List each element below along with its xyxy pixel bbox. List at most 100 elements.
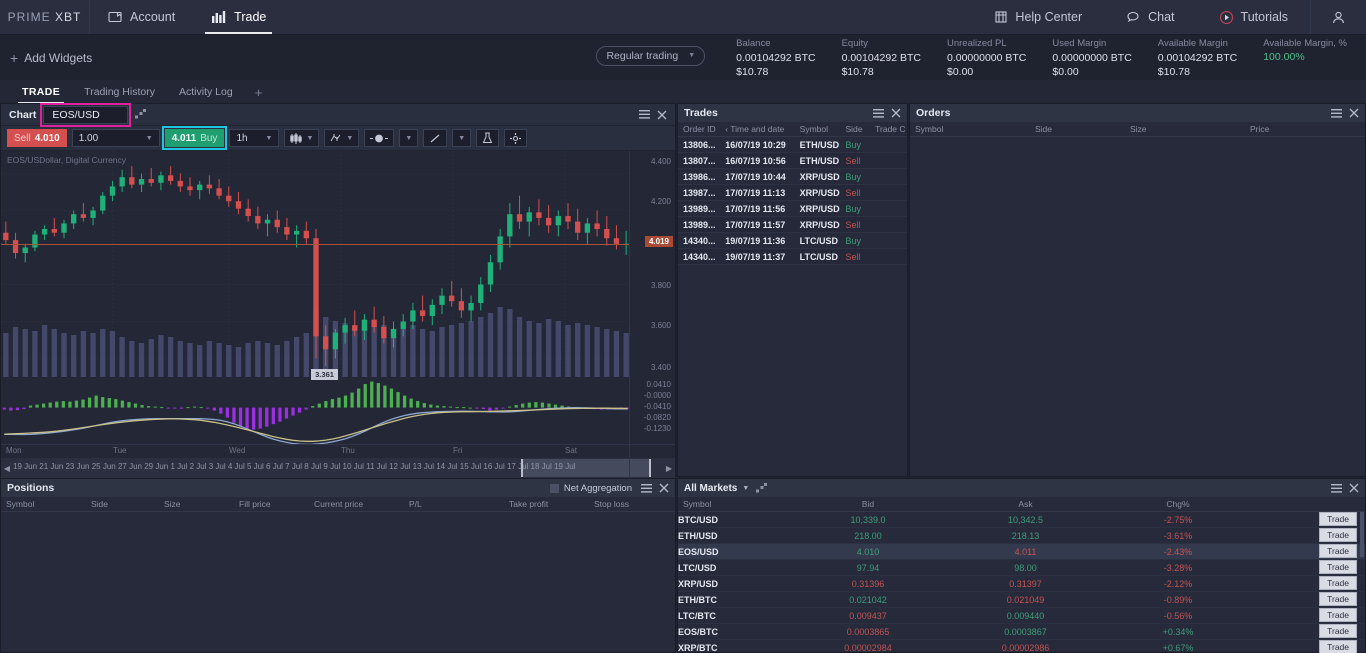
table-row[interactable]: 13989...17/07/19 11:57XRP/USDSell <box>678 217 907 233</box>
trade-button[interactable]: Trade <box>1319 512 1357 526</box>
table-row[interactable]: 13989...17/07/19 11:56XRP/USDBuy <box>678 201 907 217</box>
chart-settings-button[interactable] <box>504 129 527 147</box>
col-time-date[interactable]: ‹ Time and date <box>720 124 794 134</box>
symbol-input[interactable]: EOS/USD <box>43 106 128 124</box>
trading-mode-selector[interactable]: Regular trading ▼ <box>596 46 705 66</box>
close-icon[interactable] <box>659 483 669 493</box>
table-row[interactable]: 13807...16/07/19 10:56ETH/USDSell <box>678 153 907 169</box>
col-symbol[interactable]: Symbol <box>910 124 1030 134</box>
col-side[interactable]: Side <box>86 499 159 509</box>
analysis-button[interactable] <box>476 129 499 147</box>
drawing-tool-button[interactable] <box>423 129 447 147</box>
col-side[interactable]: Side <box>1030 124 1125 134</box>
col-symbol[interactable]: Symbol <box>1 499 86 509</box>
col-ask[interactable]: Ask <box>948 499 1103 509</box>
table-row[interactable]: ETH/BTC0.0210420.021049-0.89%Trade <box>678 592 1365 608</box>
sell-button[interactable]: Sell 4.010 <box>7 129 67 147</box>
brand-logo[interactable]: PRIME XBT <box>0 0 90 34</box>
stat-label: Unrealized PL <box>947 38 1026 49</box>
col-fill-price[interactable]: Fill price <box>234 499 309 509</box>
link-symbol-icon[interactable] <box>756 483 767 494</box>
close-icon[interactable] <box>1349 483 1359 493</box>
tab-activity-log[interactable]: Activity Log <box>167 80 245 104</box>
user-avatar-button[interactable] <box>1310 0 1366 34</box>
add-widgets-button[interactable]: + Add Widgets <box>10 50 92 66</box>
table-row[interactable]: XRP/BTC0.000029840.00002986+0.67%Trade <box>678 640 1365 653</box>
panel-menu-icon[interactable] <box>873 109 884 118</box>
table-row[interactable]: ETH/USD218.00218.13-3.61%Trade <box>678 528 1365 544</box>
table-row[interactable]: 13806...16/07/19 10:29ETH/USDBuy <box>678 137 907 153</box>
close-icon[interactable] <box>657 110 667 120</box>
col-order-id[interactable]: Order ID <box>678 124 720 134</box>
table-row[interactable]: 14340...19/07/19 11:36LTC/USDBuy <box>678 233 907 249</box>
panel-menu-icon[interactable] <box>641 484 652 493</box>
table-row[interactable]: 13987...17/07/19 11:13XRP/USDSell <box>678 185 907 201</box>
stat-label: Available Margin <box>1158 38 1237 49</box>
panel-menu-icon[interactable] <box>1331 484 1342 493</box>
col-current-price[interactable]: Current price <box>309 499 404 509</box>
panel-menu-icon[interactable] <box>639 110 650 119</box>
timeframe-selector[interactable]: 1h ▼ <box>229 129 279 147</box>
table-row[interactable]: 13986...17/07/19 10:44XRP/USDBuy <box>678 169 907 185</box>
nav-item-account[interactable]: Account <box>90 0 193 34</box>
net-aggregation-toggle[interactable]: Net Aggregation <box>550 483 632 494</box>
nav-item-chat[interactable]: Chat <box>1104 0 1196 34</box>
chart-type-button[interactable]: ▼ <box>284 129 319 147</box>
table-row[interactable]: LTC/BTC0.0094370.009440-0.56%Trade <box>678 608 1365 624</box>
table-row[interactable]: EOS/BTC0.00038650.0003867+0.34%Trade <box>678 624 1365 640</box>
nav-item-tutorials[interactable]: Tutorials <box>1197 0 1310 34</box>
col-bid[interactable]: Bid <box>788 499 948 509</box>
buy-button[interactable]: 4.011 Buy <box>165 129 225 147</box>
nav-item-help-center[interactable]: Help Center <box>972 0 1104 34</box>
net-aggregation-checkbox[interactable] <box>550 484 559 493</box>
quantity-input[interactable]: 1.00 ▼ <box>72 129 160 147</box>
link-symbol-icon[interactable] <box>135 109 146 120</box>
chart-horizontal-scrollbar[interactable]: ◀ 19 Jun 21 Jun 23 Jun 25 Jun 27 Jun 29 … <box>1 458 675 478</box>
trade-button[interactable]: Trade <box>1319 624 1357 638</box>
indicators-button[interactable]: ▼ <box>324 129 359 147</box>
close-icon[interactable] <box>891 108 901 118</box>
drawing-tool-dropdown[interactable]: ▼ <box>452 129 471 147</box>
table-row[interactable]: BTC/USD10,339.010,342.5-2.75%Trade <box>678 512 1365 528</box>
nav-item-trade[interactable]: Trade <box>193 0 284 34</box>
table-row[interactable]: XRP/USD0.313960.31397-2.12%Trade <box>678 576 1365 592</box>
add-tab-button[interactable]: + <box>245 80 273 104</box>
col-chg[interactable]: Chg% <box>1103 499 1253 509</box>
table-row[interactable]: 14340...19/07/19 11:37LTC/USDSell <box>678 249 907 265</box>
close-icon[interactable] <box>1349 108 1359 118</box>
col-pl[interactable]: P/L <box>404 499 504 509</box>
panel-menu-icon[interactable] <box>1331 109 1342 118</box>
markets-filter-dropdown[interactable]: All Markets ▼ <box>684 483 749 494</box>
col-price[interactable]: Price <box>1245 124 1345 134</box>
table-row[interactable]: LTC/USD97.9498.00-3.28%Trade <box>678 560 1365 576</box>
tab-trade[interactable]: TRADE <box>10 80 72 104</box>
trade-button[interactable]: Trade <box>1319 560 1357 574</box>
col-trade-cost[interactable]: Trade C <box>870 124 907 134</box>
table-row[interactable]: EOS/USD4.0104.011-2.43%Trade <box>678 544 1365 560</box>
tab-trading-history[interactable]: Trading History <box>72 80 167 104</box>
col-side[interactable]: Side <box>840 124 870 134</box>
col-size[interactable]: Size <box>1125 124 1245 134</box>
trade-button[interactable]: Trade <box>1319 544 1357 558</box>
scroll-left-arrow[interactable]: ◀ <box>1 464 13 473</box>
positions-panel-title: Positions <box>7 482 54 494</box>
chevron-down-icon: ▼ <box>306 135 313 142</box>
trade-button[interactable]: Trade <box>1319 640 1357 653</box>
trade-button[interactable]: Trade <box>1319 576 1357 590</box>
col-stop-loss[interactable]: Stop loss <box>589 499 669 509</box>
trade-button[interactable]: Trade <box>1319 592 1357 606</box>
cell-ask: 98.00 <box>948 563 1103 573</box>
col-symbol[interactable]: Symbol <box>678 499 788 509</box>
trade-button[interactable]: Trade <box>1319 528 1357 542</box>
time-tool-dropdown[interactable]: ▼ <box>399 129 418 147</box>
markets-scrollbar-thumb[interactable] <box>1360 512 1364 557</box>
col-take-profit[interactable]: Take profit <box>504 499 589 509</box>
time-tool-button[interactable] <box>364 129 394 147</box>
col-symbol[interactable]: Symbol <box>795 124 841 134</box>
cell-bid: 97.94 <box>788 563 948 573</box>
scroll-track[interactable]: 19 Jun 21 Jun 23 Jun 25 Jun 27 Jun 29 Ju… <box>13 459 663 477</box>
chart-canvas[interactable]: EOS/USDollar, Digital Currency 3.361 4.4… <box>1 151 675 478</box>
trade-button[interactable]: Trade <box>1319 608 1357 622</box>
col-size[interactable]: Size <box>159 499 234 509</box>
chart-panel-tools <box>639 110 667 120</box>
